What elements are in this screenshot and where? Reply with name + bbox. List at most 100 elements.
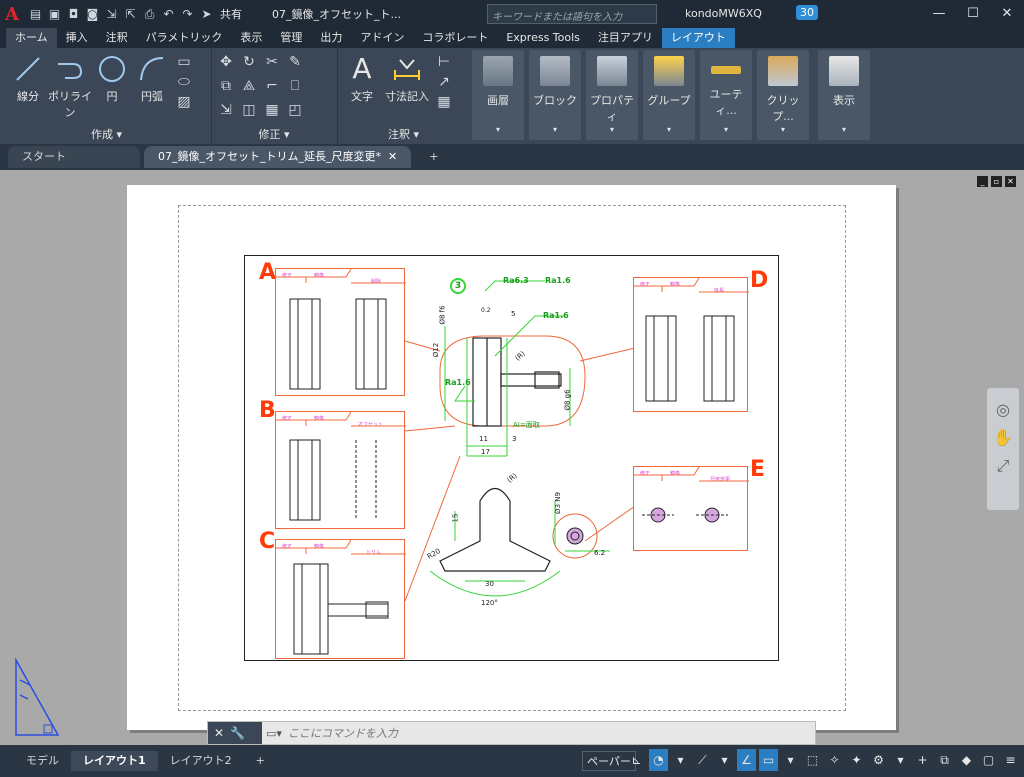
layout-viewport[interactable]: 3 Ra6.3 Ra1.6 Ra1.6 Ra1.6 Ø8 f6 Ø12 5 0.… <box>244 255 779 661</box>
tab-express-tools[interactable]: Express Tools <box>497 28 589 48</box>
close-tab-icon[interactable]: ✕ <box>388 150 397 163</box>
new-icon[interactable]: ▤ <box>28 7 43 21</box>
maximize-icon[interactable]: ☐ <box>956 0 990 28</box>
utilities-button[interactable]: ユーティ... ▾ <box>700 50 752 140</box>
modify-panel-footer[interactable]: 修正 ▾ <box>212 126 336 142</box>
clipboard-button[interactable]: クリップ... ▾ <box>757 50 809 140</box>
app-logo[interactable]: A <box>0 0 24 28</box>
move-icon[interactable]: ✥ <box>218 54 234 70</box>
close-viewport-icon[interactable]: ✕ <box>1005 176 1016 187</box>
linear-dim-icon[interactable]: ⊢ <box>436 54 452 70</box>
share-button[interactable]: 共有 <box>220 6 242 22</box>
trim-icon[interactable]: ✂ <box>264 54 280 70</box>
mirror-icon[interactable]: ⟁ <box>241 78 257 94</box>
timer-badge[interactable]: 30 <box>796 5 818 20</box>
tab-manage[interactable]: 管理 <box>271 28 311 48</box>
tab-view[interactable]: 表示 <box>231 28 271 48</box>
offset-icon[interactable]: ⎕ <box>287 78 303 94</box>
clean-screen-icon[interactable]: ▢ <box>979 749 998 771</box>
leader-icon[interactable]: ↗ <box>436 74 452 90</box>
circle-button[interactable]: 円 <box>94 54 130 104</box>
minimize-icon[interactable]: — <box>922 0 956 28</box>
save-icon[interactable]: ◘ <box>66 7 81 21</box>
array-icon[interactable]: ▦ <box>264 102 280 118</box>
import-icon[interactable]: ⇱ <box>123 7 138 21</box>
tab-insert[interactable]: 挿入 <box>57 28 97 48</box>
dropdown-icon[interactable]: ▾ <box>891 749 910 771</box>
tab-parametric[interactable]: パラメトリック <box>137 28 232 48</box>
object-snap-tracking-icon[interactable]: ▭ <box>759 749 778 771</box>
add-layout-icon[interactable]: + <box>244 751 277 771</box>
restore-viewport-icon[interactable]: ▫ <box>991 176 1002 187</box>
tab-layout[interactable]: レイアウト <box>661 28 735 48</box>
user-account[interactable]: kondoMW6XQ <box>685 7 762 20</box>
rotate-icon[interactable]: ↻ <box>241 54 257 70</box>
annotation-panel-footer[interactable]: 注釈 ▾ <box>338 126 469 142</box>
command-history-icon[interactable]: ▭▾ <box>266 727 282 740</box>
print-icon[interactable]: ⎙ <box>142 7 157 21</box>
explode-icon[interactable]: ◰ <box>287 102 303 118</box>
dropdown-icon[interactable]: ▾ <box>781 749 800 771</box>
workspace-gear-icon[interactable]: ⚙ <box>869 749 888 771</box>
text-button[interactable]: A 文字 <box>342 54 382 104</box>
dropdown-icon[interactable]: ▾ <box>715 749 734 771</box>
dropdown-icon[interactable]: ▾ <box>671 749 690 771</box>
hatch-icon[interactable]: ▨ <box>176 94 192 110</box>
arc-button[interactable]: 円弧 <box>132 54 172 104</box>
dimension-button[interactable]: 寸法記入 <box>384 54 430 104</box>
redo-icon[interactable]: ↷ <box>180 7 195 21</box>
undo-icon[interactable]: ↶ <box>161 7 176 21</box>
table-icon[interactable]: ▦ <box>436 94 452 110</box>
tab-layout1[interactable]: レイアウト1 <box>71 751 158 771</box>
tab-home[interactable]: ホーム <box>6 28 57 48</box>
tab-model[interactable]: モデル <box>14 751 71 771</box>
minimize-viewport-icon[interactable]: _ <box>977 176 988 187</box>
stretch-icon[interactable]: ⇲ <box>218 102 234 118</box>
save-as-icon[interactable]: ◙ <box>85 7 100 21</box>
tab-start[interactable]: スタート <box>8 146 140 168</box>
close-icon[interactable]: ✕ <box>990 0 1024 28</box>
annotation-scale-icon[interactable]: ✦ <box>847 749 866 771</box>
properties-button[interactable]: プロパティ ▾ <box>586 50 638 140</box>
hardware-acceleration-icon[interactable]: ◆ <box>957 749 976 771</box>
rectangle-icon[interactable]: ▭ <box>176 54 192 70</box>
erase-icon[interactable]: ✎ <box>287 54 303 70</box>
tab-annotate[interactable]: 注釈 <box>97 28 137 48</box>
polyline-button[interactable]: ポリライン <box>46 54 94 120</box>
tab-layout2[interactable]: レイアウト2 <box>158 751 244 771</box>
annotation-visibility-icon[interactable]: ✧ <box>825 749 844 771</box>
steering-wheel-icon[interactable]: ◎ <box>987 396 1019 424</box>
close-icon[interactable]: ✕ <box>214 726 224 740</box>
object-snap-icon[interactable]: ∠ <box>737 749 756 771</box>
copy-icon[interactable]: ⧉ <box>218 78 234 94</box>
isolate-objects-icon[interactable]: ⧉ <box>935 749 954 771</box>
search-input[interactable]: キーワードまたは語句を入力 <box>487 4 657 24</box>
isometric-icon[interactable]: ⟋ <box>693 749 712 771</box>
fillet-icon[interactable]: ⌐ <box>264 78 280 94</box>
group-button[interactable]: グループ ▾ <box>643 50 695 140</box>
open-icon[interactable]: ▣ <box>47 7 62 21</box>
zoom-icon[interactable]: ⤢ <box>987 452 1019 480</box>
selection-cycling-icon[interactable]: ⬚ <box>803 749 822 771</box>
block-button[interactable]: ブロック ▾ <box>529 50 581 140</box>
view-button[interactable]: 表示 ▾ <box>818 50 870 140</box>
wrench-icon[interactable]: 🔧 <box>230 726 245 740</box>
pan-icon[interactable]: ✋ <box>987 424 1019 452</box>
tab-addins[interactable]: アドイン <box>351 28 413 48</box>
line-button[interactable]: 線分 <box>10 54 46 104</box>
customization-menu-icon[interactable]: ≡ <box>1001 749 1020 771</box>
tab-active-drawing[interactable]: 07_鏡像_オフセット_トリム_延長_尺度変更* ✕ <box>144 146 412 168</box>
scale-icon[interactable]: ◫ <box>241 102 257 118</box>
share-icon[interactable]: ➤ <box>199 7 214 21</box>
command-input[interactable] <box>287 726 588 740</box>
draw-panel-footer[interactable]: 作成 ▾ <box>4 126 209 142</box>
polar-tracking-icon[interactable]: ◔ <box>649 749 668 771</box>
plus-icon[interactable]: + <box>913 749 932 771</box>
export-icon[interactable]: ⇲ <box>104 7 119 21</box>
ellipse-icon[interactable]: ⬭ <box>176 74 192 90</box>
new-tab-button[interactable]: + <box>415 146 452 168</box>
tab-featured-apps[interactable]: 注目アプリ <box>589 28 662 48</box>
layers-button[interactable]: 画層 ▾ <box>472 50 524 140</box>
tab-collaborate[interactable]: コラボレート <box>413 28 497 48</box>
snap-mode-icon[interactable]: ⊾ <box>627 749 646 771</box>
